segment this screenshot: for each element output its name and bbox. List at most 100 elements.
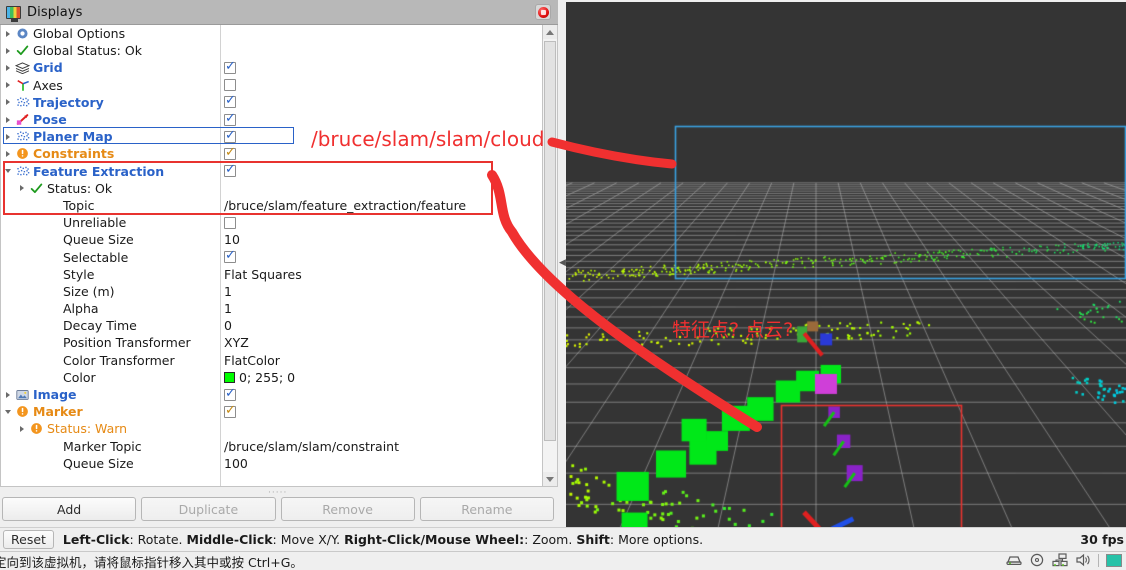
tree-row-image[interactable]: Image <box>1 386 541 403</box>
tree-row-value-cell[interactable]: 100 <box>220 455 541 472</box>
sound-icon[interactable] <box>1075 553 1091 567</box>
color-swatch[interactable] <box>224 371 235 383</box>
enable-checkbox[interactable] <box>224 79 236 92</box>
tree-row-value-cell[interactable] <box>220 163 541 180</box>
tree-row-value-cell[interactable]: /bruce/slam/slam/constraint <box>220 438 541 455</box>
tree-row-value-cell[interactable] <box>220 145 541 162</box>
tree-row-value-cell[interactable]: /bruce/slam/feature_extraction/feature <box>220 197 541 214</box>
chevron-right-icon[interactable] <box>1 77 14 94</box>
display-tree[interactable]: Global OptionsGlobal Status: OkGridAxesT… <box>0 25 558 487</box>
chevron-right-icon[interactable] <box>1 42 14 59</box>
tree-row-value-text: /bruce/slam/feature_extraction/feature <box>224 197 467 213</box>
tree-row-value-cell[interactable] <box>220 59 541 76</box>
tree-row-fe-color[interactable]: Color 0; 255; 0 <box>1 369 541 386</box>
reset-button[interactable]: Reset <box>3 529 54 549</box>
tree-row-global-status[interactable]: Global Status: Ok <box>1 42 541 59</box>
tree-row-value-cell[interactable]: 1 <box>220 283 541 300</box>
tree-row-value-cell[interactable]: Flat Squares <box>220 266 541 283</box>
splitter-handle-icon[interactable]: ◀ <box>559 255 566 271</box>
tree-row-value-cell[interactable]: 10 <box>220 231 541 248</box>
chevron-right-icon[interactable] <box>1 145 14 162</box>
screen-icon[interactable] <box>1106 553 1122 567</box>
add-button[interactable]: Add <box>2 497 137 521</box>
tree-row-marker[interactable]: Marker <box>1 403 541 420</box>
tree-row-fe-topic[interactable]: Topic/bruce/slam/feature_extraction/feat… <box>1 197 541 214</box>
hard-disk-icon[interactable] <box>1006 553 1022 567</box>
enable-checkbox[interactable] <box>224 111 236 126</box>
tree-row-fe-selectable[interactable]: Selectable <box>1 248 541 265</box>
enable-checkbox[interactable] <box>224 94 236 109</box>
scroll-up-icon[interactable] <box>543 25 557 39</box>
tree-row-fe-queue-size[interactable]: Queue Size 10 <box>1 231 541 248</box>
render-view-3d[interactable] <box>566 2 1126 527</box>
tree-row-fe-size[interactable]: Size (m) 1 <box>1 283 541 300</box>
chevron-right-icon[interactable] <box>1 111 14 128</box>
enable-checkbox[interactable] <box>224 386 236 401</box>
tree-row-value-cell[interactable] <box>220 403 541 420</box>
tree-row-value-cell[interactable] <box>220 248 541 265</box>
tree-arrow-spacer <box>31 197 44 214</box>
tree-row-value-cell[interactable]: 0 <box>220 317 541 334</box>
tree-row-marker-topic[interactable]: Marker Topic/bruce/slam/slam/constraint <box>1 438 541 455</box>
tree-row-constraints[interactable]: Constraints <box>1 145 541 162</box>
chevron-right-icon[interactable] <box>1 59 14 76</box>
tree-row-value-cell[interactable]: XYZ <box>220 334 541 351</box>
scroll-down-icon[interactable] <box>543 472 557 486</box>
tree-row-pose[interactable]: Pose <box>1 111 541 128</box>
tree-row-fe-alpha[interactable]: Alpha 1 <box>1 300 541 317</box>
duplicate-button[interactable]: Duplicate <box>141 497 276 521</box>
tree-row-value-cell[interactable]: 0; 255; 0 <box>220 369 541 386</box>
chevron-down-icon[interactable] <box>1 163 14 180</box>
tree-arrow-spacer <box>31 300 44 317</box>
tree-row-value-cell[interactable] <box>220 214 541 231</box>
close-icon[interactable] <box>535 4 551 20</box>
network-icon[interactable] <box>1052 553 1068 567</box>
enable-checkbox[interactable] <box>224 128 236 143</box>
tree-row-value-cell[interactable] <box>220 77 541 94</box>
tree-row-trajectory[interactable]: Trajectory <box>1 94 541 111</box>
tree-row-feature-extraction[interactable]: Feature Extraction <box>1 163 541 180</box>
enable-checkbox[interactable] <box>224 248 236 264</box>
tree-row-fe-status[interactable]: Status: Ok <box>1 180 541 197</box>
chevron-right-icon[interactable] <box>15 180 28 197</box>
tree-row-value-cell[interactable]: 1 <box>220 300 541 317</box>
enable-checkbox[interactable] <box>224 403 236 418</box>
tree-row-name-cell: Global Options <box>1 25 220 42</box>
tree-row-label: Selectable <box>63 249 129 265</box>
chevron-right-icon[interactable] <box>1 94 14 111</box>
tree-row-fe-unreliable[interactable]: Unreliable <box>1 214 541 231</box>
chevron-right-icon[interactable] <box>15 420 28 437</box>
remove-button[interactable]: Remove <box>280 497 415 521</box>
tree-row-fe-style[interactable]: Style Flat Squares <box>1 266 541 283</box>
tree-row-global-options[interactable]: Global Options <box>1 25 541 42</box>
enable-checkbox[interactable] <box>224 59 236 74</box>
tree-row-grid[interactable]: Grid <box>1 59 541 76</box>
cd-icon[interactable] <box>1029 553 1045 567</box>
tree-row-value-cell[interactable]: FlatColor <box>220 352 541 369</box>
tree-row-value-cell[interactable] <box>220 111 541 128</box>
enable-checkbox[interactable] <box>224 216 236 229</box>
tree-row-fe-decay[interactable]: Decay Time 0 <box>1 317 541 334</box>
panel-resize-grip[interactable]: ····· <box>268 488 290 498</box>
rename-button[interactable]: Rename <box>419 497 554 521</box>
tree-row-value-cell[interactable] <box>220 94 541 111</box>
tree-row-fe-pos-transformer[interactable]: Position Transformer XYZ <box>1 334 541 351</box>
tree-row-axes[interactable]: Axes <box>1 77 541 94</box>
enable-checkbox[interactable] <box>224 145 236 160</box>
chevron-down-icon[interactable] <box>1 403 14 420</box>
chevron-right-icon[interactable] <box>1 128 14 145</box>
tree-row-marker-status[interactable]: Status: Warn <box>1 420 541 437</box>
tree-row-value-cell[interactable] <box>220 386 541 403</box>
display-tree-scrollbar[interactable] <box>542 25 558 487</box>
tree-row-fe-color-transformer[interactable]: Color Transformer FlatColor <box>1 352 541 369</box>
scrollbar-thumb[interactable] <box>544 41 556 441</box>
tree-row-planer-map[interactable]: Planer Map <box>1 128 541 145</box>
tree-row-value-cell[interactable] <box>220 128 541 145</box>
chevron-right-icon[interactable] <box>1 25 14 42</box>
warn-icon <box>14 405 31 419</box>
enable-checkbox[interactable] <box>224 163 236 178</box>
tree-row-label: Color Transformer <box>63 352 175 368</box>
chevron-right-icon[interactable] <box>1 386 14 403</box>
render-canvas[interactable] <box>566 2 1126 527</box>
tree-row-marker-queue-size[interactable]: Queue Size 100 <box>1 455 541 472</box>
